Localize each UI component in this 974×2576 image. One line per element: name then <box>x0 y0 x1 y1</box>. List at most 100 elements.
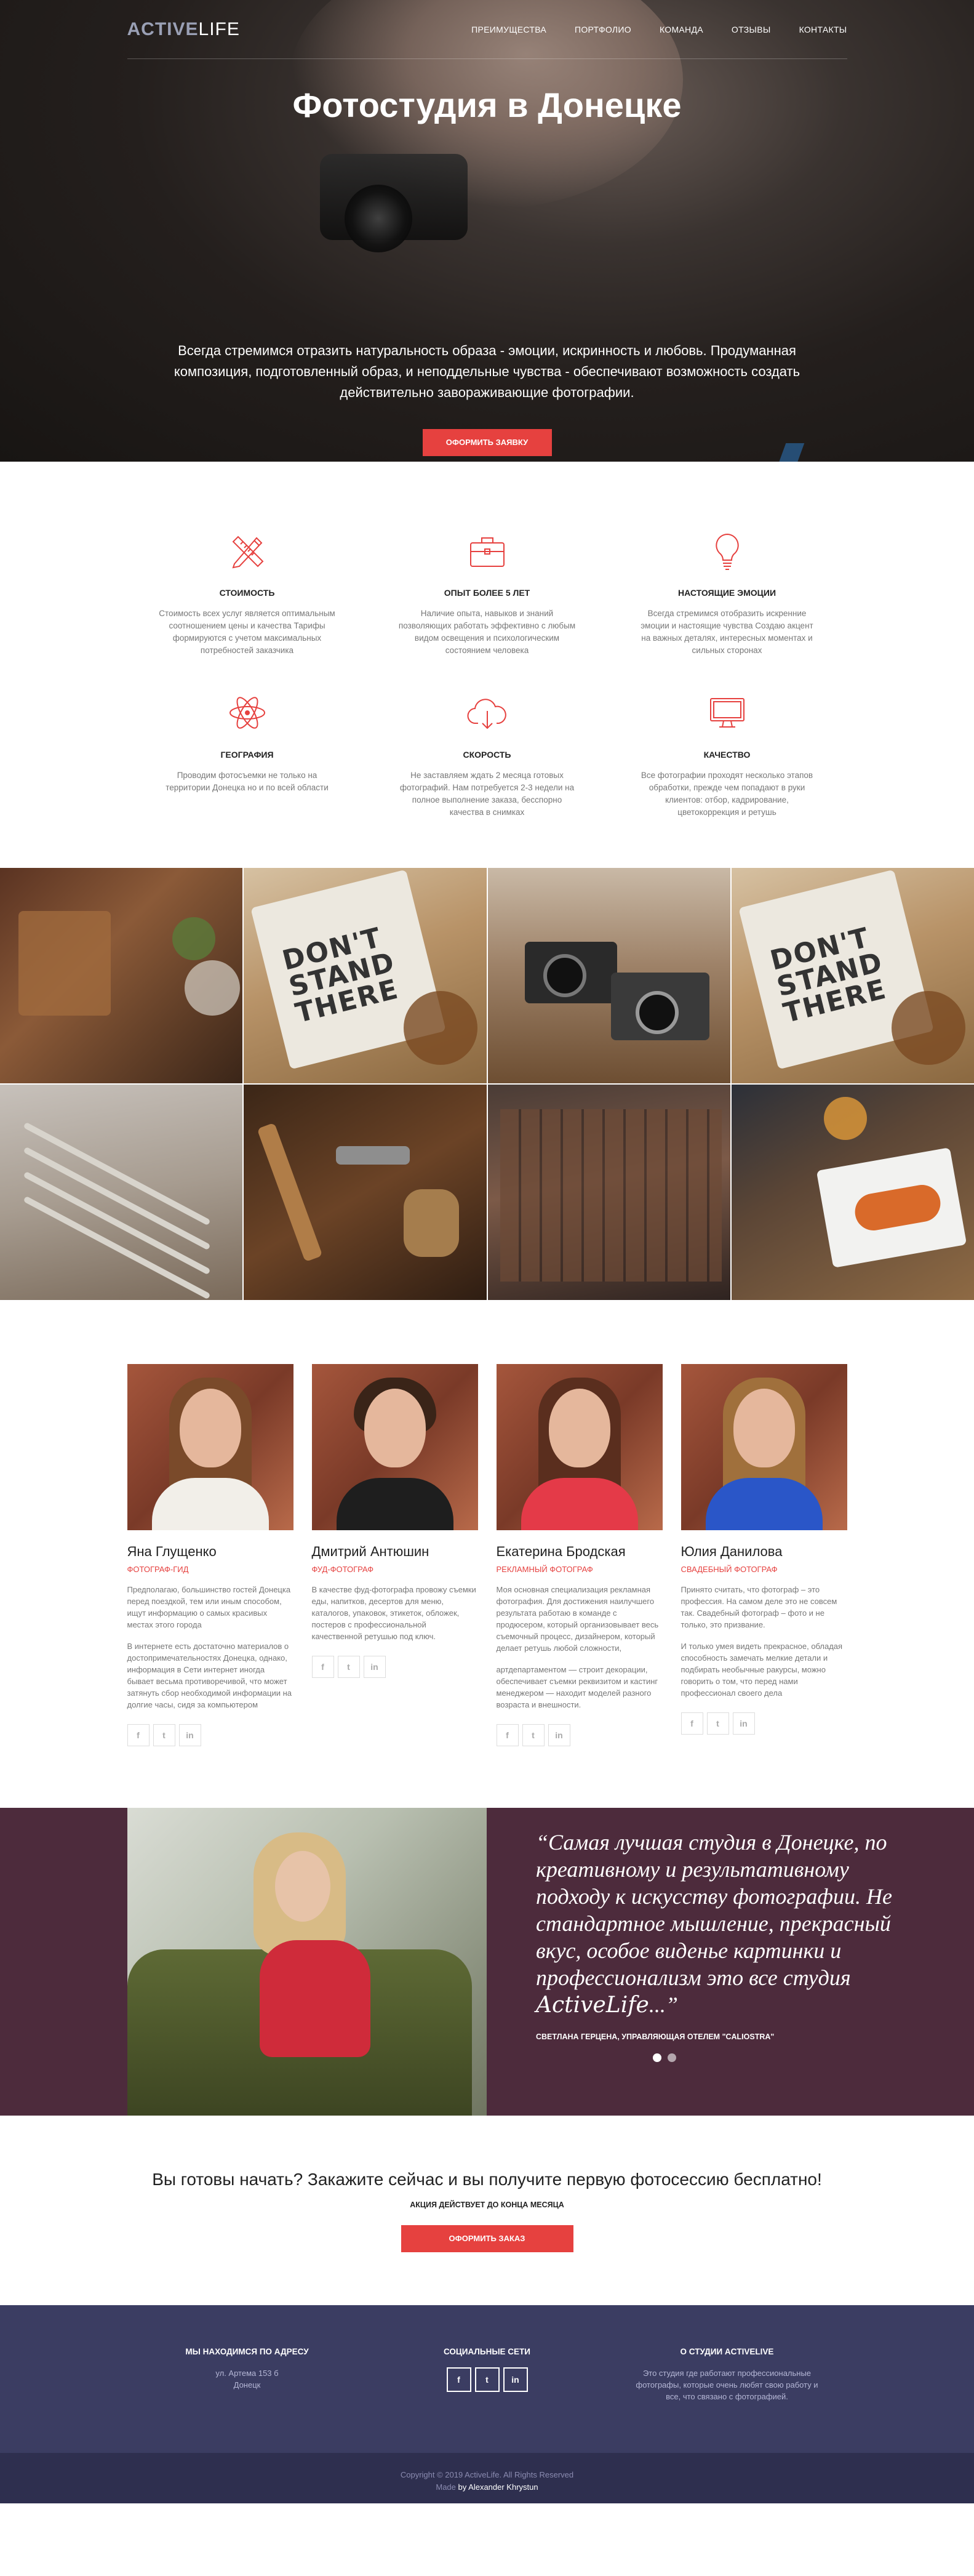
member-role: РЕКЛАМНЫЙ ФОТОГРАФ <box>496 1565 593 1574</box>
nav-link-team[interactable]: КОМАНДА <box>660 25 703 34</box>
footer-socials: СОЦИАЛЬНЫЕ СЕТИ f t in <box>367 2347 607 2402</box>
cta-subtitle: АКЦИЯ ДЕЙСТВУЕТ ДО КОНЦА МЕСЯЦА <box>410 2201 564 2209</box>
feature-price: СТОИМОСТЬ Стоимость всех услуг является … <box>127 529 367 657</box>
linkedin-icon[interactable]: in <box>178 1724 201 1746</box>
linkedin-icon[interactable]: in <box>363 1656 386 1678</box>
member-socials: f t in <box>681 1712 847 1735</box>
member-bio: Предполагаю, большинство гостей Донецка … <box>127 1585 291 1629</box>
testimonial-section: “Самая лучшая студия в Донецке, по креат… <box>0 1808 974 2116</box>
gallery-photo-letterpress[interactable] <box>487 1085 730 1300</box>
team-member-photo <box>496 1364 663 1530</box>
member-socials: f t in <box>127 1724 293 1746</box>
lightbulb-icon <box>715 533 739 570</box>
nav-link-portfolio[interactable]: ПОРТФОЛИО <box>575 25 631 34</box>
twitter-icon[interactable]: t <box>153 1724 175 1746</box>
member-role: ФУД-ФОТОГРАФ <box>311 1565 374 1574</box>
feature-title: ОПЫТ БОЛЕЕ 5 ЛЕТ <box>444 588 530 598</box>
nav-link-reviews[interactable]: ОТЗЫВЫ <box>732 25 771 34</box>
feature-speed: СКОРОСТЬ Не заставляем ждать 2 месяца го… <box>367 691 607 819</box>
feature-title: НАСТОЯЩИЕ ЭМОЦИИ <box>677 588 776 598</box>
footer-socials-title: СОЦИАЛЬНЫЕ СЕТИ <box>444 2347 530 2356</box>
feature-title: СТОИМОСТЬ <box>219 588 275 598</box>
gallery-photo-wood-desk[interactable] <box>0 868 243 1083</box>
team-member-card: Яна Глущенко ФОТОГРАФ-ГИД Предполагаю, б… <box>127 1364 293 1746</box>
team-member-card: Дмитрий Антюшин ФУД-ФОТОГРАФ В качестве … <box>311 1364 478 1746</box>
linkedin-icon[interactable]: in <box>503 2367 528 2392</box>
gallery-photo-pens[interactable] <box>0 1085 243 1300</box>
testimonial-photo <box>127 1808 487 2116</box>
member-bio: В качестве фуд-фотографа провожу съемки … <box>311 1585 476 1641</box>
cta-title: Вы готовы начать? Закажите сейчас и вы п… <box>152 2170 822 2189</box>
hero-lead: Всегда стремимся отразить натуральность … <box>174 343 800 400</box>
member-bio: Моя основная специализация рекламная фот… <box>496 1585 659 1653</box>
facebook-icon[interactable]: f <box>446 2367 471 2392</box>
feature-text: Всегда стремимся отобразить искренние эм… <box>641 609 813 655</box>
testimonial-quote: “Самая лучшая студия в Донецке, по креат… <box>536 1830 892 2018</box>
member-socials: f t in <box>311 1656 478 1678</box>
logo[interactable]: ACTIVELIFE <box>127 19 240 40</box>
feature-experience: ОПЫТ БОЛЕЕ 5 ЛЕТ Наличие опыта, навыков … <box>367 529 607 657</box>
cta-order-button[interactable]: ОФОРМИТЬ ЗАКАЗ <box>401 2225 573 2252</box>
feature-text: Наличие опыта, навыков и знаний позволяю… <box>398 609 576 655</box>
footer-address-city: Донецк <box>233 2380 261 2389</box>
footer: МЫ НАХОДИМСЯ ПО АДРЕСУ ул. Артема 153 б … <box>0 2305 974 2453</box>
feature-text: Стоимость всех услуг является оптимальны… <box>159 609 335 655</box>
feature-quality: КАЧЕСТВО Все фотографии проходят несколь… <box>607 691 847 819</box>
team-member-card: Екатерина Бродская РЕКЛАМНЫЙ ФОТОГРАФ Мо… <box>496 1364 663 1746</box>
gallery-photo-food[interactable] <box>731 1085 974 1300</box>
team-member-card: Юлия Данилова СВАДЕБНЫЙ ФОТОГРАФ Принято… <box>681 1364 847 1746</box>
twitter-icon[interactable]: t <box>706 1712 729 1735</box>
gallery-photo-poster[interactable]: DON'T STAND THERE <box>244 868 487 1083</box>
slider-dots <box>536 2053 974 2062</box>
member-name: Дмитрий Антюшин <box>311 1544 429 1559</box>
linkedin-icon[interactable]: in <box>732 1712 755 1735</box>
gallery-photo-cameras[interactable] <box>487 868 730 1083</box>
cta-section: Вы готовы начать? Закажите сейчас и вы п… <box>0 2116 974 2305</box>
nav-link-advantages[interactable]: ПРЕИМУЩЕСТВА <box>471 25 546 34</box>
testimonial-author: СВЕТЛАНА ГЕРЦЕНА, УПРАВЛЯЮЩАЯ ОТЕЛЕМ "CA… <box>536 2032 775 2041</box>
facebook-icon[interactable]: f <box>681 1712 703 1735</box>
member-name: Яна Глущенко <box>127 1544 217 1559</box>
team-member-photo <box>311 1364 478 1530</box>
author-link[interactable]: by Alexander Khrystun <box>458 2482 538 2492</box>
made-by: Made by Alexander Khrystun <box>436 2482 538 2492</box>
feature-emotions: НАСТОЯЩИЕ ЭМОЦИИ Всегда стремимся отобра… <box>607 529 847 657</box>
member-socials: f t in <box>496 1724 663 1746</box>
linkedin-icon[interactable]: in <box>548 1724 570 1746</box>
member-bio: Принято считать, что фотограф – это проф… <box>681 1585 837 1629</box>
feature-title: ГЕОГРАФИЯ <box>220 750 274 760</box>
nav-link-contacts[interactable]: КОНТАКТЫ <box>799 25 847 34</box>
hero-title: Фотостудия в Донецке <box>292 86 682 124</box>
twitter-icon[interactable]: t <box>474 2367 500 2392</box>
gallery-photo-tools[interactable] <box>244 1085 487 1300</box>
gallery-photo-poster-2[interactable]: DON'T STAND THERE <box>731 868 974 1083</box>
hero-section: ACTIVELIFE ПРЕИМУЩЕСТВА ПОРТФОЛИО КОМАНД… <box>0 0 974 462</box>
footer-address: МЫ НАХОДИМСЯ ПО АДРЕСУ ул. Артема 153 б … <box>127 2347 367 2402</box>
main-menu: ПРЕИМУЩЕСТВА ПОРТФОЛИО КОМАНДА ОТЗЫВЫ КО… <box>471 25 847 34</box>
feature-text: Все фотографии проходят несколько этапов… <box>641 771 813 817</box>
twitter-icon[interactable]: t <box>337 1656 360 1678</box>
atom-icon <box>229 697 265 729</box>
footer-about: О СТУДИИ ACTIVELIVE Это студия где работ… <box>607 2347 847 2402</box>
briefcase-icon <box>469 537 505 567</box>
feature-geography: ГЕОГРАФИЯ Проводим фотосъемки не только … <box>127 691 367 819</box>
hero-order-button[interactable]: ОФОРМИТЬ ЗАЯВКУ <box>422 429 552 456</box>
member-name: Юлия Данилова <box>681 1544 783 1559</box>
twitter-icon[interactable]: t <box>522 1724 545 1746</box>
footer-address-line: ул. Артема 153 б <box>215 2369 279 2378</box>
member-role: СВАДЕБНЫЙ ФОТОГРАФ <box>681 1565 778 1574</box>
team-member-photo <box>681 1364 847 1530</box>
copyright-bar: Copyright © 2019 ActiveLife. All Rights … <box>0 2453 974 2503</box>
facebook-icon[interactable]: f <box>496 1724 519 1746</box>
facebook-icon[interactable]: f <box>311 1656 334 1678</box>
copyright-text: Copyright © 2019 ActiveLife. All Rights … <box>400 2470 574 2479</box>
member-bio: артдепартаментом — строит декорации, обе… <box>496 1665 658 1709</box>
member-name: Екатерина Бродская <box>496 1544 626 1559</box>
features-section: СТОИМОСТЬ Стоимость всех услуг является … <box>0 462 974 868</box>
facebook-icon[interactable]: f <box>127 1724 150 1746</box>
slider-dot-1[interactable] <box>653 2053 661 2062</box>
team-member-photo <box>127 1364 293 1530</box>
member-bio: И только умея видеть прекрасное, обладая… <box>681 1642 843 1698</box>
footer-address-title: МЫ НАХОДИМСЯ ПО АДРЕСУ <box>185 2347 309 2356</box>
slider-dot-2[interactable] <box>668 2053 676 2062</box>
